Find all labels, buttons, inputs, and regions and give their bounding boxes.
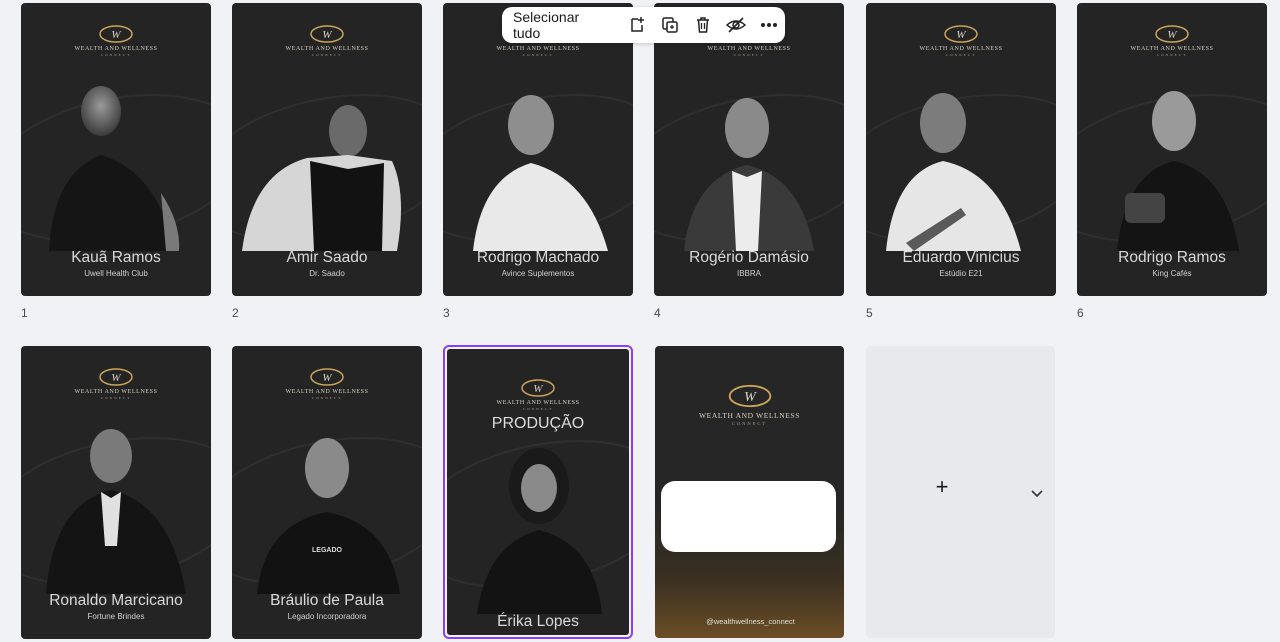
brand-logo: W WEALTH AND WELLNESS CONNECT xyxy=(1077,23,1267,57)
speaker-company: Estúdio E21 xyxy=(939,269,983,278)
speaker-name: Rogério Damásio xyxy=(689,249,809,266)
portrait-photo: LEGADO xyxy=(257,438,400,594)
svg-text:W: W xyxy=(956,29,966,41)
duplicate-icon[interactable] xyxy=(653,10,686,40)
chevron-down-icon[interactable] xyxy=(1030,488,1044,498)
hide-icon[interactable] xyxy=(719,10,752,40)
brand-logo: W WEALTH AND WELLNESS CONNECT xyxy=(21,366,211,400)
brand-logo: W WEALTH AND WELLNESS CONNECT xyxy=(21,23,211,57)
brand-logo: W WEALTH AND WELLNESS CONNECT xyxy=(232,23,422,57)
portrait-photo xyxy=(477,448,602,614)
trash-icon[interactable] xyxy=(686,10,719,40)
page-thumbnail-6[interactable]: W WEALTH AND WELLNESS CONNECT Rodrigo Ra… xyxy=(1077,3,1267,296)
page-thumbnail-1[interactable]: W WEALTH AND WELLNESS CONNECT Kauã Ramos… xyxy=(21,3,211,296)
svg-text:W: W xyxy=(111,372,121,384)
speaker-company: Fortune Brindes xyxy=(87,612,145,621)
brand-logo: W WEALTH AND WELLNESS CONNECT xyxy=(866,23,1056,57)
brand-logo: W WEALTH AND WELLNESS CONNECT xyxy=(447,377,629,411)
speaker-company: Legado Incorporadora xyxy=(287,612,367,621)
brand-logo: W WEALTH AND WELLNESS CONNECT xyxy=(232,366,422,400)
page-thumbnail-4[interactable]: W WEALTH AND WELLNESS CONNECT Rogério Da… xyxy=(654,3,844,296)
speaker-company: Dr. Saado xyxy=(309,269,345,278)
add-page-card[interactable]: + xyxy=(866,346,1055,638)
selection-toolbar: Selecionar tudo xyxy=(502,7,785,43)
shirt-text: LEGADO xyxy=(312,547,343,554)
speaker-company: IBBRA xyxy=(736,269,761,278)
speaker-name: Kauã Ramos xyxy=(71,249,161,266)
speaker-name: Bráulio de Paula xyxy=(270,592,384,609)
page-number: 1 xyxy=(21,306,28,320)
portrait-photo xyxy=(473,95,608,251)
speaker-company: Avince Suplementos xyxy=(501,269,575,278)
page-thumbnail-7[interactable]: W WEALTH AND WELLNESS CONNECT Ronaldo Ma… xyxy=(21,346,211,639)
page-number: 4 xyxy=(654,306,661,320)
svg-text:W: W xyxy=(111,29,121,41)
svg-text:W: W xyxy=(1167,29,1177,41)
production-heading: PRODUÇÃO xyxy=(491,415,585,432)
add-page-button[interactable]: + xyxy=(932,474,952,500)
portrait-photo xyxy=(1117,91,1239,251)
speaker-company: Uwell Health Club xyxy=(84,269,148,278)
speaker-name: Rodrigo Machado xyxy=(476,249,600,266)
portrait-photo xyxy=(684,98,814,251)
page-thumbnail-10[interactable]: W WEALTH AND WELLNESS CONNECT @wealthwel… xyxy=(655,346,844,638)
instagram-handle: @wealthwellness_connect xyxy=(706,617,795,626)
page-thumbnail-2[interactable]: W WEALTH AND WELLNESS CONNECT Amir Saado… xyxy=(232,3,422,296)
page-thumbnail-3[interactable]: W WEALTH AND WELLNESS CONNECT Rodrigo Ma… xyxy=(443,3,633,296)
brand-logo: W WEALTH AND WELLNESS CONNECT xyxy=(655,382,844,426)
page-number: 6 xyxy=(1077,306,1084,320)
page-number: 3 xyxy=(443,306,450,320)
portrait-photo xyxy=(886,93,1021,251)
add-page-icon[interactable] xyxy=(620,10,653,40)
speaker-name: Ronaldo Marcicano xyxy=(49,592,183,609)
speaker-name: Érika Lopes xyxy=(497,613,579,630)
page-thumbnail-5[interactable]: W WEALTH AND WELLNESS CONNECT Eduardo Vi… xyxy=(866,3,1056,296)
svg-text:W: W xyxy=(322,29,332,41)
select-all-button[interactable]: Selecionar tudo xyxy=(513,9,610,41)
speaker-name: Eduardo Vinícius xyxy=(902,249,1020,266)
page-thumbnail-9-selected[interactable]: W WEALTH AND WELLNESS CONNECT PRODUÇÃO É… xyxy=(443,345,633,639)
portrait-photo xyxy=(46,429,186,594)
more-icon[interactable] xyxy=(752,10,785,40)
speaker-name: Rodrigo Ramos xyxy=(1118,249,1226,266)
speaker-name: Amir Saado xyxy=(286,249,368,266)
speaker-company: King Cafés xyxy=(1152,269,1192,278)
page-thumbnail-8[interactable]: W WEALTH AND WELLNESS CONNECT LEGADO Brá… xyxy=(232,346,422,639)
svg-text:W: W xyxy=(533,383,543,395)
portrait-photo xyxy=(49,86,180,251)
page-number: 5 xyxy=(866,306,873,320)
svg-text:W: W xyxy=(744,390,757,405)
svg-text:W: W xyxy=(322,372,332,384)
page-number: 2 xyxy=(232,306,239,320)
page-canvas: W WEALTH AND WELLNESS CONNECT PRODUÇÃO É… xyxy=(447,349,629,635)
portrait-photo xyxy=(242,105,401,251)
white-text-box[interactable] xyxy=(661,481,836,552)
